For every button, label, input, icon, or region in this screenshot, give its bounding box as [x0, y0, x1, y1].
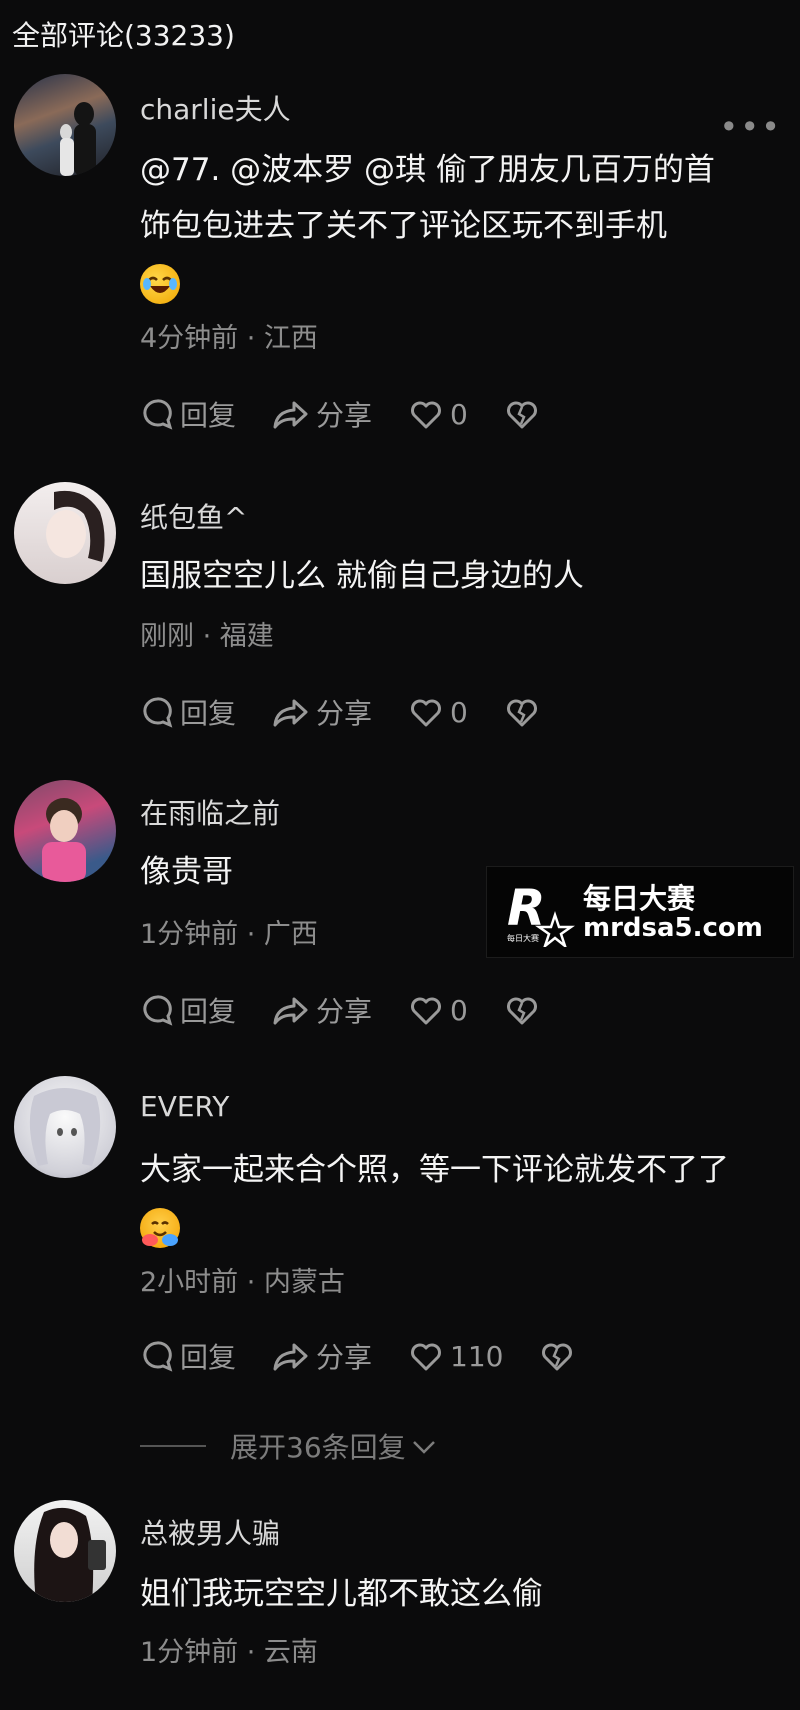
watermark-url-text: mrdsa5.com — [583, 913, 763, 943]
reply-label: 回复 — [180, 399, 237, 432]
broken-heart-icon — [506, 699, 537, 727]
expand-replies-button[interactable]: 展开36条回复 — [140, 1426, 438, 1466]
comment-item: 纸包鱼^ 国服空空儿么 就偷自己身边的人 刚刚 · 福建 回复 分享 0 — [0, 470, 800, 740]
share-button[interactable]: 分享 — [272, 692, 372, 732]
avatar[interactable] — [14, 1076, 116, 1178]
comment-text: @77. @波本罗 @琪 偷了朋友几百万的首 饰包包进去了关不了评论区玩不到手机 — [140, 142, 770, 310]
share-label: 分享 — [316, 697, 373, 730]
reply-button[interactable]: 回复 — [140, 692, 236, 732]
share-arrow-icon — [273, 401, 308, 429]
comment-item: 总被男人骗 姐们我玩空空儿都不敢这么偷 1分钟前 · 云南 — [0, 1496, 800, 1710]
dislike-button[interactable] — [504, 397, 546, 431]
share-label: 分享 — [316, 995, 373, 1028]
comment-meta: 刚刚 · 福建 — [140, 621, 274, 652]
broken-heart-icon — [506, 997, 537, 1025]
reply-bubble-icon — [143, 1341, 173, 1372]
comment-username[interactable]: 总被男人骗 — [140, 1512, 280, 1552]
avatar[interactable] — [14, 780, 116, 882]
comment-text-line: 大家一起来合个照，等一下评论就发不了了 — [140, 1152, 729, 1188]
share-label: 分享 — [316, 1341, 373, 1374]
expand-replies-label: 展开36条回复 — [230, 1431, 406, 1464]
comment-text: 国服空空儿么 就偷自己身边的人 — [140, 558, 584, 594]
like-button[interactable]: 0 — [408, 397, 468, 431]
watermark-logo-text: 每日大赛 — [507, 933, 539, 943]
share-button[interactable]: 分享 — [272, 394, 372, 434]
avatar-photo-anime — [29, 1088, 101, 1166]
laughing-face-emoji — [140, 254, 770, 310]
reply-bubble-icon — [143, 995, 173, 1026]
like-count: 0 — [450, 397, 468, 431]
comment-meta: 2小时前 · 内蒙古 — [140, 1267, 345, 1298]
comment-meta: 4分钟前 · 江西 — [140, 323, 318, 354]
avatar[interactable] — [14, 482, 116, 584]
like-count: 110 — [450, 1339, 504, 1373]
heart-icon — [411, 401, 442, 429]
comment-username[interactable]: 在雨临之前 — [140, 792, 280, 832]
watermark-badge: R 每日大赛 每日大赛 mrdsa5.com — [486, 866, 794, 958]
comment-text: 大家一起来合个照，等一下评论就发不了了 — [140, 1142, 790, 1254]
reply-bubble-icon — [143, 399, 173, 430]
comment-actions: 回复 分享 110 — [140, 1336, 617, 1376]
avatar[interactable] — [14, 1500, 116, 1602]
like-count: 0 — [450, 695, 468, 729]
comment-actions: 回复 分享 0 — [140, 692, 582, 732]
share-arrow-icon — [273, 1343, 308, 1371]
comment-username[interactable]: 纸包鱼^ — [140, 496, 247, 536]
like-count: 0 — [450, 993, 468, 1027]
reply-button[interactable]: 回复 — [140, 990, 236, 1030]
heart-icon — [411, 997, 442, 1025]
avatar-photo-woman — [34, 1507, 106, 1602]
reply-bubble-icon — [143, 697, 173, 728]
comment-meta: 1分钟前 · 广西 — [140, 919, 318, 950]
reply-label: 回复 — [180, 1341, 237, 1374]
comment-text: 姐们我玩空空儿都不敢这么偷 — [140, 1576, 543, 1612]
share-label: 分享 — [316, 399, 373, 432]
reply-label: 回复 — [180, 697, 237, 730]
heart-icon — [411, 699, 442, 727]
dislike-button[interactable] — [504, 993, 546, 1027]
avatar-photo-girl — [46, 490, 105, 562]
watermark-logo-icon: R 每日大赛 — [507, 879, 575, 947]
dislike-button[interactable] — [539, 1339, 581, 1373]
avatar-photo-couple — [60, 102, 96, 176]
comment-text-line: 饰包包进去了关不了评论区玩不到手机 — [140, 208, 667, 244]
comment-item: charlie夫人 ••• @77. @波本罗 @琪 偷了朋友几百万的首 饰包包… — [0, 0, 800, 460]
comment-item: EVERY 大家一起来合个照，等一下评论就发不了了 2小时前 · 内蒙古 回复 … — [0, 1070, 800, 1410]
more-options-icon[interactable]: ••• — [719, 108, 782, 146]
dislike-button[interactable] — [504, 695, 546, 729]
watermark-chinese-text: 每日大赛 — [583, 882, 696, 915]
share-button[interactable]: 分享 — [272, 990, 372, 1030]
reply-button[interactable]: 回复 — [140, 394, 236, 434]
share-arrow-icon — [273, 997, 308, 1025]
chevron-down-icon — [412, 1441, 435, 1454]
reply-label: 回复 — [180, 995, 237, 1028]
avatar-photo-child — [42, 798, 86, 882]
avatar[interactable] — [14, 74, 116, 176]
reply-button[interactable]: 回复 — [140, 1336, 236, 1376]
comment-meta: 1分钟前 · 云南 — [140, 1637, 318, 1668]
like-button[interactable]: 0 — [408, 993, 468, 1027]
comment-text-line: @77. @波本罗 @琪 偷了朋友几百万的首 — [140, 152, 715, 188]
broken-heart-icon — [506, 401, 537, 429]
comment-actions: 回复 分享 0 — [140, 990, 582, 1030]
comment-username[interactable]: EVERY — [140, 1090, 229, 1123]
comment-username[interactable]: charlie夫人 — [140, 88, 291, 128]
broken-heart-icon — [542, 1343, 573, 1371]
share-button[interactable]: 分享 — [272, 1336, 372, 1376]
like-button[interactable]: 0 — [408, 695, 468, 729]
like-button[interactable]: 110 — [408, 1339, 503, 1373]
heart-icon — [411, 1343, 442, 1371]
comment-actions: 回复 分享 0 — [140, 394, 582, 434]
hugging-face-emoji — [140, 1198, 790, 1254]
divider-line — [140, 1445, 206, 1447]
share-arrow-icon — [273, 699, 308, 727]
